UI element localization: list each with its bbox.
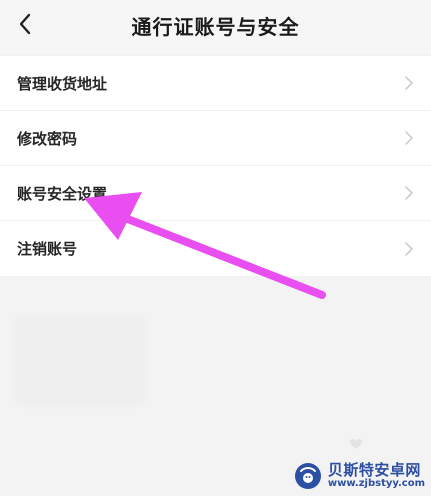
watermark: 贝斯特安卓网 www.zjbstyy.com — [294, 462, 425, 490]
watermark-logo-icon — [294, 463, 321, 489]
page-title: 通行证账号与安全 — [131, 15, 300, 39]
watermark-url: www.zjbstyy.com — [327, 477, 425, 489]
menu-item-label: 管理收货地址 — [17, 74, 108, 93]
menu-item-cancel-account[interactable]: 注销账号 — [0, 221, 431, 276]
chevron-right-icon — [405, 76, 413, 90]
menu-item-address[interactable]: 管理收货地址 — [0, 56, 431, 111]
chevron-right-icon — [405, 241, 413, 256]
menu-item-label: 注销账号 — [17, 240, 78, 258]
settings-menu: 管理收货地址 修改密码 账号安全设置 注销账号 — [0, 56, 431, 276]
chevron-right-icon — [405, 131, 413, 145]
menu-item-label: 账号安全设置 — [17, 184, 108, 203]
blurred-card — [16, 318, 144, 404]
menu-item-change-password[interactable]: 修改密码 — [0, 111, 431, 166]
chevron-right-icon — [405, 186, 413, 200]
heart-icon — [350, 439, 362, 449]
top-bar: 通行证账号与安全 — [0, 0, 431, 54]
menu-item-security-settings[interactable]: 账号安全设置 — [0, 166, 431, 221]
watermark-title: 贝斯特安卓网 — [327, 460, 421, 479]
menu-item-label: 修改密码 — [17, 129, 78, 148]
